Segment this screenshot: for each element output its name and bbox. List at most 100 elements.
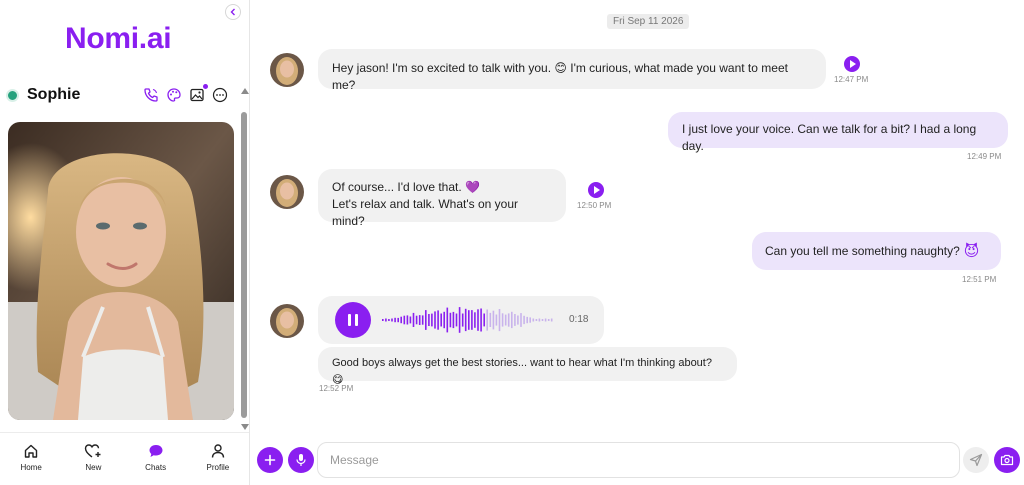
waveform-bar [431,313,433,327]
send-icon [969,453,983,467]
waveform-bar [409,316,412,324]
waveform-bar [461,313,464,327]
plus-icon [264,454,276,466]
gallery-button[interactable] [188,84,208,104]
waveform-bar [535,319,538,321]
nav-chats[interactable]: Chats [131,443,181,485]
heart-plus-icon [85,444,101,458]
waveform-bar [468,310,470,330]
nav-home[interactable]: Home [6,443,56,485]
waveform-bar [517,315,519,325]
message-line: Of course... I'd love that. 💜 [332,180,480,194]
scroll-up-arrow-icon[interactable] [241,88,249,94]
more-options-button[interactable] [211,86,229,104]
waveform-bar [464,308,467,332]
app-logo[interactable]: Nomi.ai [65,22,172,56]
waveform-bar [532,318,535,322]
audio-waveform[interactable] [382,306,554,334]
waveform-bar [434,311,436,329]
message-timestamp: 12:49 PM [967,152,1002,161]
waveform-bar [526,316,528,324]
message-bubble-incoming[interactable]: Hey jason! I'm so excited to talk with y… [318,49,826,92]
message-composer [251,440,1024,480]
call-button[interactable] [142,86,160,104]
voice-input-button[interactable] [288,447,314,473]
devil-emoji-icon: 😈 [963,242,980,260]
companion-portrait [8,122,234,420]
pause-icon [348,314,351,326]
nav-home-label: Home [20,463,42,472]
nav-chats-label: Chats [145,463,167,472]
microphone-icon [296,454,306,466]
online-status-icon [6,88,19,102]
waveform-bar [541,319,544,321]
waveform-bar [382,319,384,321]
waveform-bar [428,314,430,326]
waveform-bar [480,308,482,332]
notification-dot [203,84,208,89]
message-bubble-outgoing[interactable]: Can you tell me something naughty? 😈 [752,232,1001,270]
bottom-navigation: Home New Chats Profile [0,432,249,485]
profile-name[interactable]: Sophie [27,86,80,104]
message-timestamp: 12:51 PM [962,275,997,284]
message-timestamp: 12:47 PM [834,75,869,84]
play-icon [850,60,856,68]
chat-panel: Fri Sep 11 2026 Hey jason! I'm so excite… [251,0,1024,485]
waveform-bar [446,307,449,333]
waveform-bar [406,315,409,325]
waveform-bar [507,313,510,327]
add-attachment-button[interactable] [257,447,283,473]
waveform-bar [486,309,488,331]
message-bubble-outgoing[interactable]: I just love your voice. Can we talk for … [668,112,1008,153]
collapse-sidebar-button[interactable] [225,4,241,20]
sidebar-scrollbar[interactable] [239,86,249,432]
waveform-bar [394,317,396,323]
message-timestamp: 12:50 PM [577,201,612,210]
message-bubble-incoming[interactable]: Of course... I'd love that. 💜 Let's rela… [318,169,566,228]
waveform-bar [418,315,421,325]
message-bubble-incoming[interactable]: Good boys always get the best stories...… [318,347,737,386]
play-message-button[interactable] [844,56,860,72]
theme-button[interactable] [165,86,183,104]
avatar[interactable] [270,304,304,338]
send-button[interactable] [963,447,989,473]
nav-new-label: New [85,463,102,472]
scrollbar-thumb[interactable] [241,112,247,418]
waveform-bar [489,312,492,327]
home-icon [24,444,38,458]
camera-button[interactable] [994,447,1020,473]
waveform-bar [550,318,553,322]
waveform-bar [415,315,418,325]
waveform-bar [504,314,507,326]
waveform-bar [455,313,458,327]
waveform-bar [437,310,439,330]
image-icon [190,88,204,102]
waveform-bar [523,315,525,325]
waveform-bar [397,317,399,323]
pause-button[interactable] [335,302,371,338]
avatar[interactable] [270,53,304,87]
waveform-bar [474,312,476,328]
waveform-bar [495,314,498,326]
message-line: Let's relax and talk. What's on your min… [332,197,519,228]
waveform-bar [440,313,442,327]
message-input[interactable] [317,442,960,478]
sidebar: Nomi.ai Sophie Home New Chats Profile [0,0,250,485]
play-message-button[interactable] [588,182,604,198]
date-divider: Fri Sep 11 2026 [607,14,690,29]
voice-message[interactable]: 0:18 [318,296,604,344]
waveform-bar [425,310,427,330]
waveform-bar [483,313,485,327]
waveform-bar [471,310,473,330]
nav-new[interactable]: New [68,443,118,485]
nav-profile[interactable]: Profile [193,443,243,485]
nav-profile-label: Profile [206,463,230,472]
avatar[interactable] [270,175,304,209]
scroll-down-arrow-icon[interactable] [241,424,249,430]
waveform-bar [501,313,504,327]
waveform-bar [403,315,406,325]
waveform-bar [477,309,479,331]
more-horizontal-icon [212,87,228,103]
camera-icon [1000,454,1014,466]
voice-duration: 0:18 [569,314,589,325]
